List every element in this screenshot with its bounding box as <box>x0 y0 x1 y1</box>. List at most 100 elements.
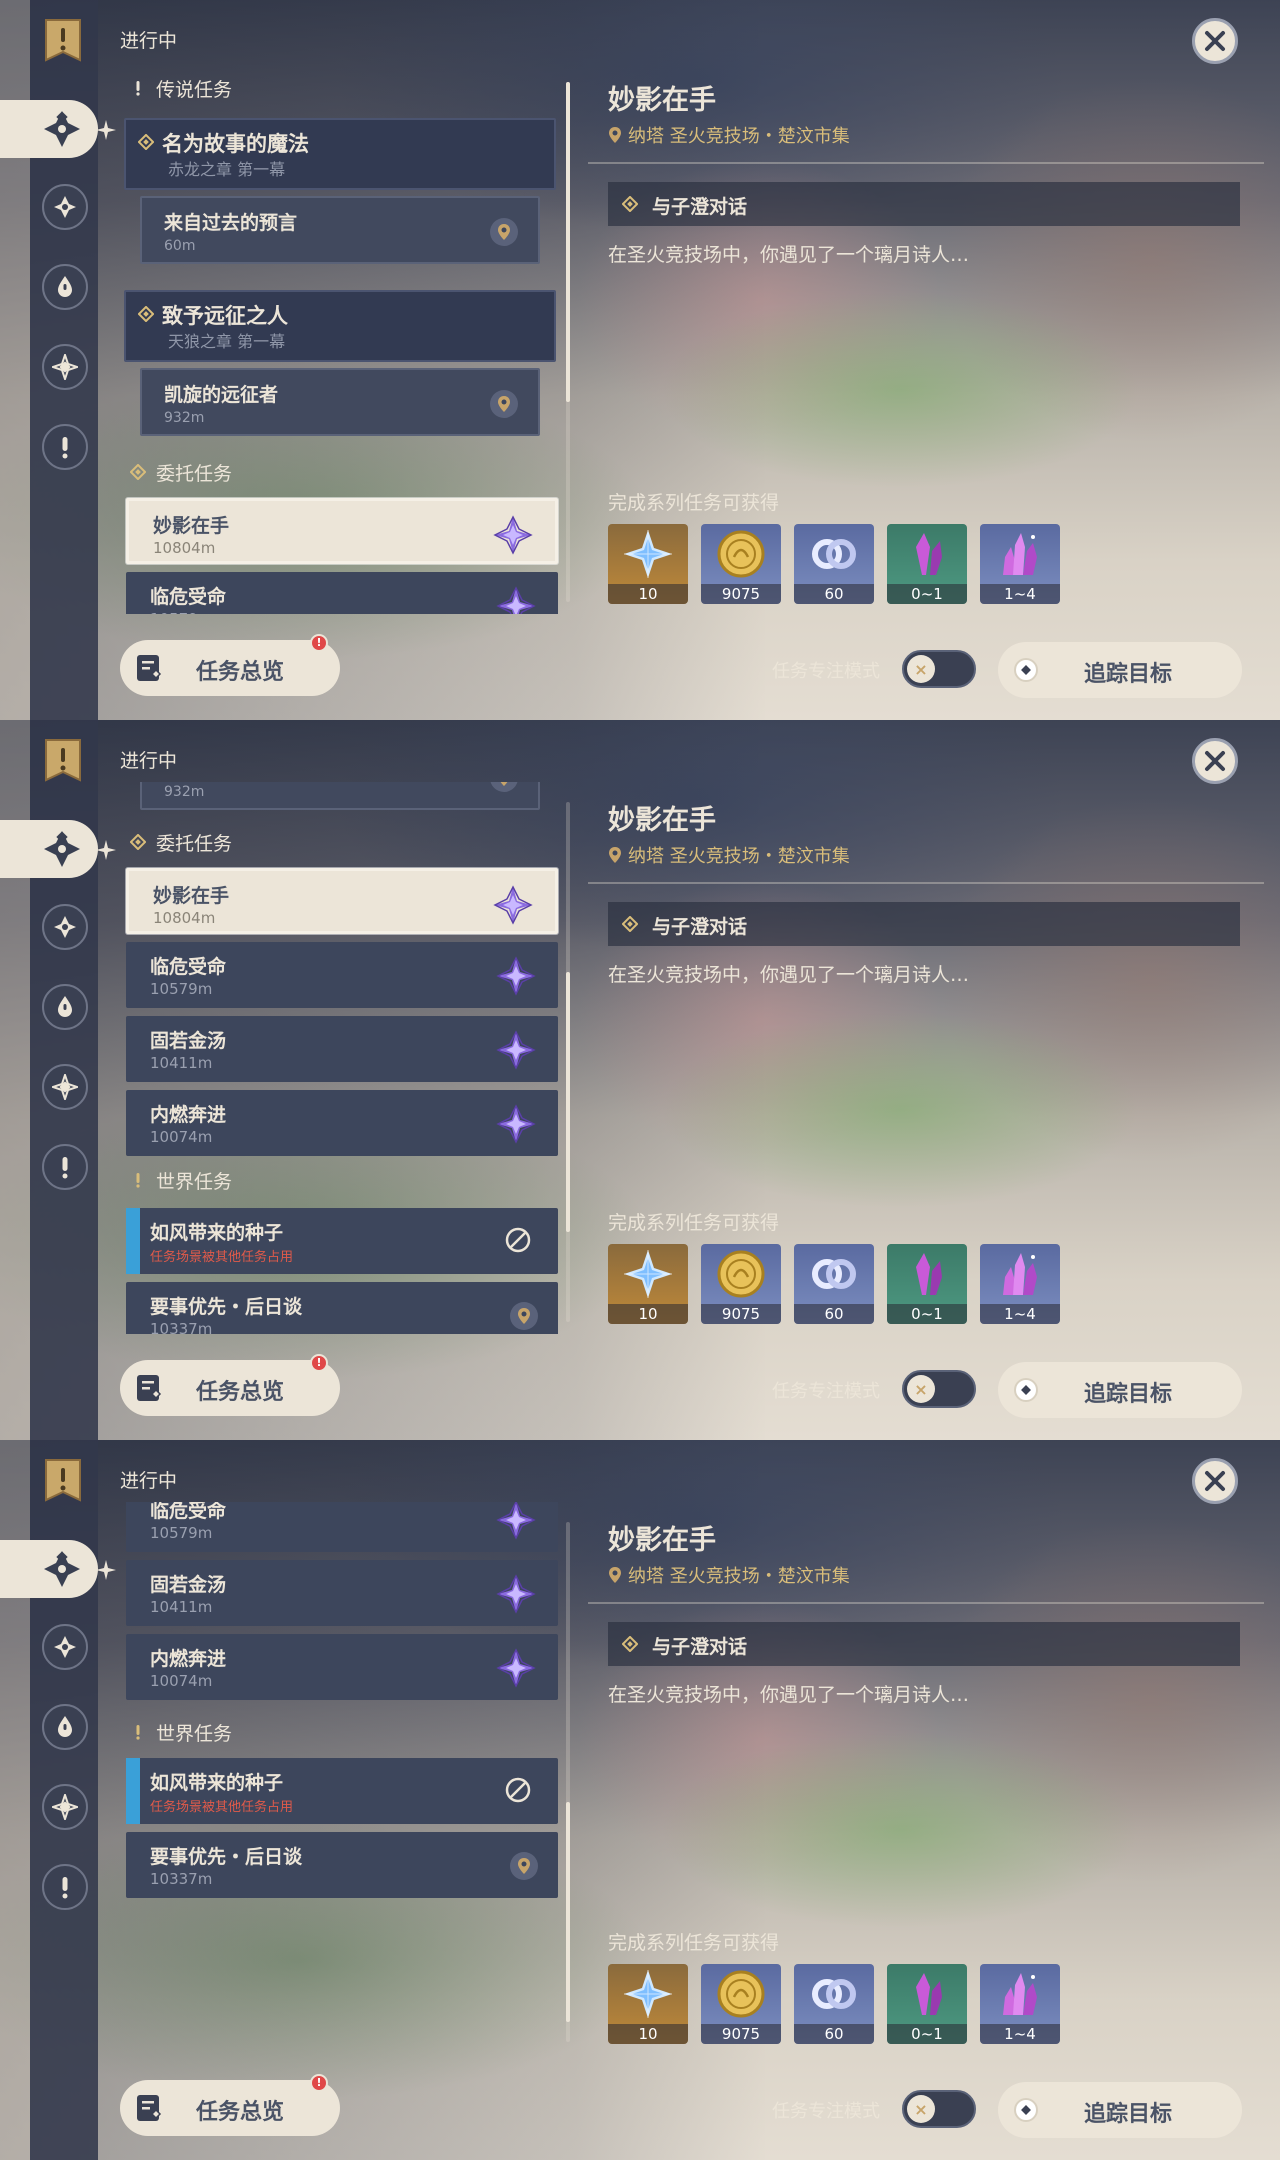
section-world: 世界任务 <box>130 1166 232 1194</box>
reward-adventure-exp[interactable]: 60 <box>794 524 874 604</box>
quest-overview-button[interactable]: 任务总览 ! <box>120 634 340 696</box>
archon-quest-step-1[interactable]: 来自过去的预言 60m <box>140 196 540 264</box>
status-label: 进行中 <box>120 1470 178 1492</box>
quest-list[interactable]: 临危受命 10579m 固若金汤 10411m 内燃奔进 10074m 世界任务… <box>120 1502 560 2054</box>
objective-diamond-icon <box>622 1636 638 1652</box>
world-quest-item[interactable]: 如风带来的种子 任务场景被其他任务占用 <box>126 1758 558 1824</box>
adventure-exp-icon <box>807 1247 861 1301</box>
quest-location: 纳塔 圣火竞技场・楚汶市集 <box>608 122 850 148</box>
archon-quest-chain-2[interactable]: 致予远征之人 天狼之章 第一幕 <box>124 290 556 362</box>
world-quest-item[interactable]: 要事优先・后日谈 10337m <box>126 1282 558 1334</box>
scroll-thumb[interactable] <box>566 1802 570 2022</box>
rail-tab-all[interactable] <box>0 1540 98 1598</box>
crystal-chunk-icon <box>900 1967 954 2021</box>
primogem-icon <box>621 527 675 581</box>
commission-quest-item[interactable]: 临危受命 10579m <box>126 1502 558 1552</box>
commission-quest-item[interactable]: 妙影在手 10804m <box>126 868 558 934</box>
reward-mora[interactable]: 9075 <box>701 1964 781 2044</box>
reward-crystal-chunk[interactable]: 0~1 <box>887 1244 967 1324</box>
quest-overview-button[interactable]: 任务总览 ! <box>120 2074 340 2136</box>
close-icon <box>1202 28 1228 54</box>
close-button[interactable] <box>1192 18 1238 64</box>
close-button[interactable] <box>1192 1458 1238 1504</box>
world-quest-item[interactable]: 要事优先・后日谈 10337m <box>126 1832 558 1898</box>
close-button[interactable] <box>1192 738 1238 784</box>
world-quest-item[interactable]: 如风带来的种子 任务场景被其他任务占用 <box>126 1208 558 1274</box>
rail-tab-story[interactable] <box>42 984 88 1030</box>
commission-quest-item[interactable]: 临危受命 10579m <box>126 942 558 1008</box>
commission-section-icon <box>130 464 146 480</box>
reward-primogem[interactable]: 10 <box>608 524 688 604</box>
overview-icon <box>134 2092 166 2124</box>
commission-quest-item[interactable]: 临危受命 10579m <box>126 572 558 614</box>
quest-panel-3: 进行中 临危受命 10579m 固若金汤 10411m 内燃奔进 10074m … <box>0 1440 1280 2160</box>
quest-list-scrollbar[interactable] <box>566 82 570 602</box>
banner-icon <box>44 18 82 62</box>
reward-mora[interactable]: 9075 <box>701 524 781 604</box>
quest-overview-button[interactable]: 任务总览 ! <box>120 1354 340 1416</box>
focus-mode-toggle[interactable]: × <box>902 2090 976 2128</box>
focus-mode-toggle[interactable]: × <box>902 650 976 688</box>
commission-section-icon <box>130 834 146 850</box>
quest-title: 妙影在手 <box>608 85 716 116</box>
rail-tab-world[interactable] <box>42 1864 88 1910</box>
commission-star-icon <box>496 956 536 996</box>
archon-quest-step-2[interactable]: 凯旋的远征者 932m <box>140 368 540 436</box>
rail-tab-all[interactable] <box>0 820 98 878</box>
focus-mode-toggle[interactable]: × <box>902 1370 976 1408</box>
commission-quest-item[interactable]: 固若金汤 10411m <box>126 1560 558 1626</box>
reward-crystal-cluster[interactable]: 1~4 <box>980 1244 1060 1324</box>
quest-list-scrollbar[interactable] <box>566 1522 570 2042</box>
archon-quest-chain-1[interactable]: 名为故事的魔法 赤龙之章 第一幕 <box>124 118 556 190</box>
section-commission: 委托任务 <box>130 828 232 856</box>
rail-tab-world[interactable] <box>42 1144 88 1190</box>
rail-tab-commission[interactable] <box>42 1784 88 1830</box>
commission-quest-item[interactable]: 内燃奔进 10074m <box>126 1634 558 1700</box>
rail-tab-archon[interactable] <box>42 904 88 950</box>
rail-tab-archon[interactable] <box>42 184 88 230</box>
rail-tab-archon[interactable] <box>42 1624 88 1670</box>
rail-tab-story[interactable] <box>42 1704 88 1750</box>
reward-mora[interactable]: 9075 <box>701 1244 781 1324</box>
track-target-button[interactable]: 追踪目标 <box>998 2082 1242 2138</box>
reward-crystal-cluster[interactable]: 1~4 <box>980 524 1060 604</box>
reward-crystal-chunk[interactable]: 0~1 <box>887 1964 967 2044</box>
commission-quest-item[interactable]: 内燃奔进 10074m <box>126 1090 558 1156</box>
rail-tab-all[interactable] <box>0 100 98 158</box>
commission-quest-item[interactable]: 妙影在手 10804m <box>126 498 558 564</box>
rail-tab-story[interactable] <box>42 264 88 310</box>
quest-objective: 与子澄对话 <box>608 182 1240 226</box>
reward-primogem[interactable]: 10 <box>608 1964 688 2044</box>
quest-objective: 与子澄对话 <box>608 902 1240 946</box>
detail-divider <box>588 882 1264 884</box>
location-pin-icon <box>510 1302 538 1330</box>
quest-list[interactable]: 传说任务 名为故事的魔法 赤龙之章 第一幕 来自过去的预言 60m 致予远征之人… <box>120 62 560 614</box>
scroll-thumb[interactable] <box>566 972 570 1232</box>
commission-quest-item[interactable]: 固若金汤 10411m <box>126 1016 558 1082</box>
mora-icon <box>714 527 768 581</box>
reward-crystal-chunk[interactable]: 0~1 <box>887 524 967 604</box>
reward-adventure-exp[interactable]: 60 <box>794 1964 874 2044</box>
detail-divider <box>588 162 1264 164</box>
quest-list-scrollbar[interactable] <box>566 802 570 1322</box>
close-icon <box>1202 1468 1228 1494</box>
rail-tab-commission[interactable] <box>42 1064 88 1110</box>
reward-crystal-cluster[interactable]: 1~4 <box>980 1964 1060 2044</box>
commission-star-icon <box>493 515 533 555</box>
reward-adventure-exp[interactable]: 60 <box>794 1244 874 1324</box>
track-diamond-icon <box>1014 658 1038 682</box>
sparkle-icon <box>96 840 116 860</box>
quest-panel-1: 进行中 传说任务 名为故事的魔法 赤龙之章 第一幕 来自过去的预言 60m 致予… <box>0 0 1280 720</box>
archon-icon <box>52 914 78 940</box>
scroll-thumb[interactable] <box>566 82 570 402</box>
rewards-row: 10 9075 60 0~1 1~4 <box>608 1244 1060 1324</box>
quest-list[interactable]: 凯旋的远征者 932m 委托任务 妙影在手 10804m 临危受命 10579m… <box>120 782 560 1334</box>
archon-quest-step-2[interactable]: 凯旋的远征者 932m <box>140 782 540 810</box>
primogem-icon <box>621 1247 675 1301</box>
reward-primogem[interactable]: 10 <box>608 1244 688 1324</box>
story-icon <box>52 274 78 300</box>
track-target-button[interactable]: 追踪目标 <box>998 642 1242 698</box>
track-target-button[interactable]: 追踪目标 <box>998 1362 1242 1418</box>
rail-tab-world[interactable] <box>42 424 88 470</box>
rail-tab-commission[interactable] <box>42 344 88 390</box>
